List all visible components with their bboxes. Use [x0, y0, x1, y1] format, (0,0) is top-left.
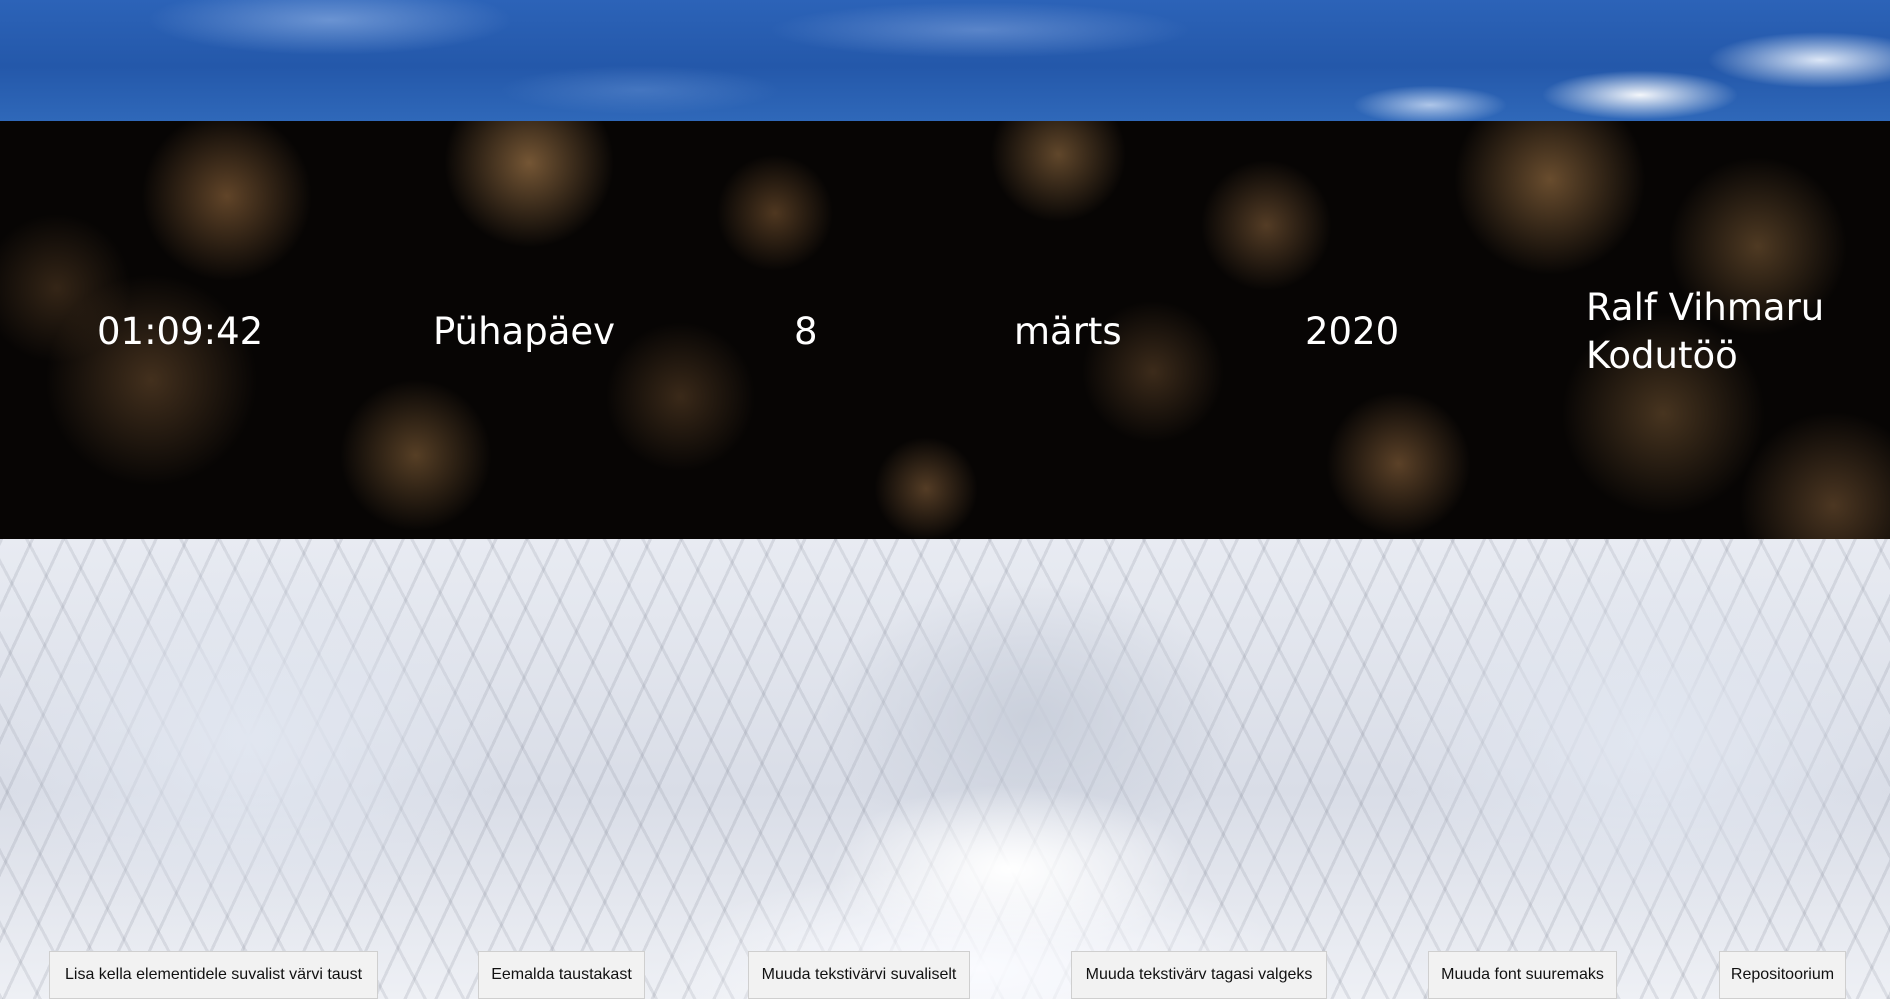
author-name: Ralf Vihmaru — [1586, 286, 1825, 329]
sky-background-band — [0, 0, 1890, 121]
increase-font-button[interactable]: Muuda font suuremaks — [1428, 951, 1617, 999]
clock-weekday: Pühapäev — [433, 310, 616, 353]
clock-year: 2020 — [1305, 310, 1400, 353]
clock-time: 01:09:42 — [97, 310, 264, 353]
clock-month: märts — [1014, 310, 1122, 353]
credits: Ralf Vihmaru Kodutöö — [1586, 284, 1824, 380]
reset-text-color-button[interactable]: Muuda tekstivärv tagasi valgeks — [1071, 951, 1327, 999]
assignment-label: Kodutöö — [1586, 334, 1738, 377]
random-text-color-button[interactable]: Muuda tekstivärvi suvaliselt — [748, 951, 970, 999]
snow-background-band — [0, 539, 1890, 999]
clock-row: 01:09:42 Pühapäev 8 märts 2020 Ralf Vihm… — [0, 280, 1890, 380]
buttons-bar: Lisa kella elementidele suvalist värvi t… — [0, 951, 1890, 999]
random-background-button[interactable]: Lisa kella elementidele suvalist värvi t… — [49, 951, 378, 999]
repository-button[interactable]: Repositoorium — [1719, 951, 1846, 999]
clock-day: 8 — [794, 310, 818, 353]
remove-background-button[interactable]: Eemalda taustakast — [478, 951, 645, 999]
